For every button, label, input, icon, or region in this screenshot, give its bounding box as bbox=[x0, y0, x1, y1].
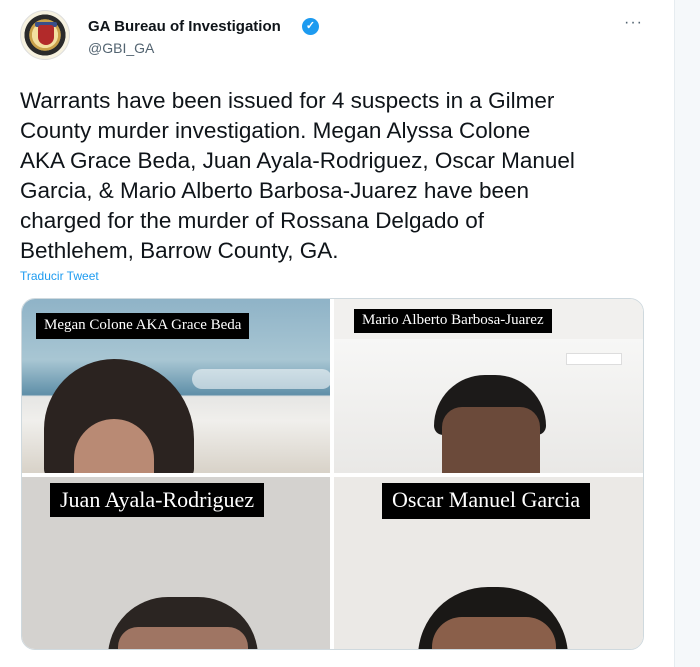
avatar[interactable] bbox=[20, 10, 70, 60]
photo-wave bbox=[192, 369, 330, 389]
media-photo-3[interactable]: Juan Ayala-Rodriguez bbox=[22, 477, 330, 649]
verified-badge-icon: ✓ bbox=[302, 18, 319, 35]
media-photo-4[interactable]: Oscar Manuel Garcia bbox=[334, 477, 643, 649]
more-options-icon[interactable]: ··· bbox=[624, 14, 643, 32]
photo-ceiling-light bbox=[566, 353, 622, 365]
right-sidebar-edge bbox=[674, 0, 700, 667]
tweet-card: GA Bureau of Investigation ✓ @GBI_GA ···… bbox=[0, 0, 674, 667]
media-photo-2[interactable]: Mario Alberto Barbosa-Juarez bbox=[334, 299, 643, 473]
translate-tweet-link[interactable]: Traducir Tweet bbox=[20, 269, 99, 283]
photo-face bbox=[442, 407, 540, 473]
photo-caption: Juan Ayala-Rodriguez bbox=[50, 483, 265, 517]
photo-face bbox=[118, 627, 248, 649]
photo-caption: Mario Alberto Barbosa-Juarez bbox=[354, 309, 552, 333]
photo-caption: Oscar Manuel Garcia bbox=[382, 483, 591, 519]
author-handle[interactable]: @GBI_GA bbox=[88, 40, 154, 56]
seal-shield bbox=[38, 25, 54, 45]
tweet-media-grid: Megan Colone AKA Grace Beda Mario Albert… bbox=[21, 298, 644, 650]
photo-caption: Megan Colone AKA Grace Beda bbox=[36, 313, 250, 339]
photo-face bbox=[432, 617, 556, 649]
author-name[interactable]: GA Bureau of Investigation bbox=[88, 18, 281, 35]
media-photo-1[interactable]: Megan Colone AKA Grace Beda bbox=[22, 299, 330, 473]
tweet-text: Warrants have been issued for 4 suspects… bbox=[20, 88, 575, 263]
